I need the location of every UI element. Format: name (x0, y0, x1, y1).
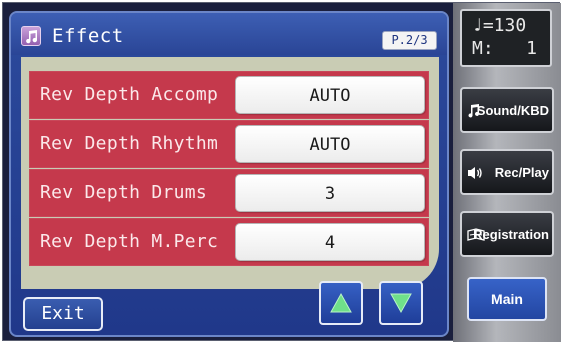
side-panel: ♩=130 M: 1 Sound/KBD Rec/Play Registrati… (453, 3, 561, 342)
page-up-button[interactable] (319, 281, 363, 325)
exit-button[interactable]: Exit (23, 297, 103, 331)
measure-readout: M: 1 (472, 38, 538, 59)
page-down-button[interactable] (379, 281, 423, 325)
parameter-label: Rev Depth Accomp (40, 84, 219, 105)
page-title: Effect (52, 25, 124, 47)
parameter-value-button[interactable]: AUTO (235, 125, 425, 163)
main-button[interactable]: Main (467, 277, 547, 321)
arrow-up-icon (330, 292, 352, 313)
parameter-row-drums: Rev Depth Drums 3 (29, 169, 429, 217)
tempo-display: ♩=130 M: 1 (460, 9, 552, 67)
parameter-label: Rev Depth M.Perc (40, 231, 219, 252)
rec-play-label: Rec/Play (494, 165, 549, 180)
parameter-row-mperc: Rev Depth M.Perc 4 (29, 218, 429, 266)
parameter-row-rhythm: Rev Depth Rhythm AUTO (29, 120, 429, 168)
quarter-note-icon: ♩ (472, 15, 483, 36)
music-note-icon (21, 26, 41, 46)
effect-panel: Effect P.2/3 Rev Depth Accomp AUTO Rev D… (9, 11, 449, 337)
registration-button[interactable]: Registration (460, 211, 554, 257)
parameter-value-button[interactable]: 4 (235, 223, 425, 261)
parameter-value-button[interactable]: AUTO (235, 76, 425, 114)
tempo-readout: ♩=130 (472, 15, 526, 36)
page-indicator: P.2/3 (382, 31, 437, 50)
parameter-label: Rev Depth Rhythm (40, 133, 219, 154)
parameter-label: Rev Depth Drums (40, 182, 208, 203)
parameter-value-button[interactable]: 3 (235, 174, 425, 212)
parameter-list: Rev Depth Accomp AUTO Rev Depth Rhythm A… (29, 71, 429, 267)
screen: Effect P.2/3 Rev Depth Accomp AUTO Rev D… (2, 2, 561, 342)
parameter-row-accomp: Rev Depth Accomp AUTO (29, 71, 429, 119)
title-bar: Effect P.2/3 (11, 13, 447, 55)
registration-label: Registration (473, 227, 549, 242)
sound-kbd-label: Sound/KBD (476, 103, 549, 118)
speaker-icon (468, 167, 482, 179)
rec-play-button[interactable]: Rec/Play (460, 149, 554, 195)
tempo-value: =130 (482, 15, 527, 36)
arrow-down-icon (390, 293, 412, 314)
sound-kbd-button[interactable]: Sound/KBD (460, 87, 554, 133)
